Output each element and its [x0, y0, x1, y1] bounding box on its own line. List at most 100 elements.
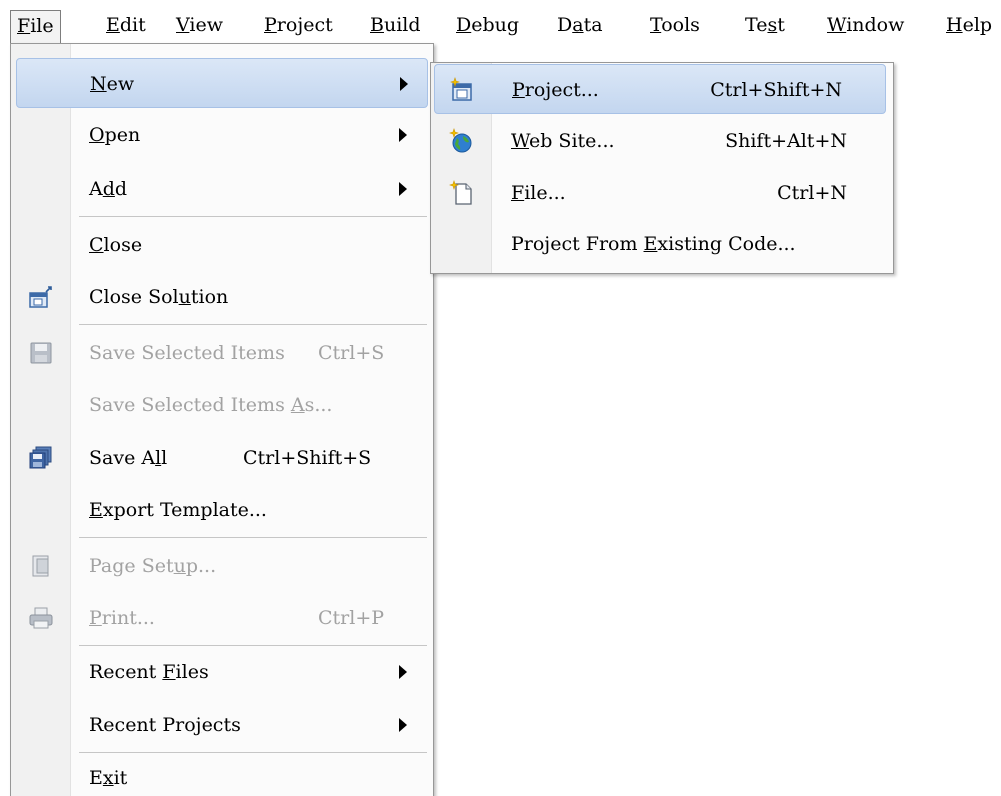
menu-mnemonic: C: [89, 234, 104, 256]
menu-separator: [79, 216, 427, 217]
menu-item-label: Export Template...: [89, 485, 267, 535]
menu-label-part: Project From: [511, 233, 644, 255]
menu-item-label: Open: [89, 110, 140, 160]
menu-item-label: Print...: [89, 593, 155, 643]
menu-item-label: File...: [511, 168, 566, 218]
menu-separator: [79, 324, 427, 325]
file-menu-item-open[interactable]: Open: [11, 110, 433, 160]
file-menu-item-close[interactable]: Close: [11, 220, 433, 270]
menu-label-part: ile: [30, 15, 54, 37]
menu-label-part: elp: [962, 14, 993, 36]
menu-mnemonic: F: [511, 182, 525, 204]
menu-mnemonic: P: [89, 607, 102, 629]
menu-label-part: lose: [103, 234, 143, 256]
file-menu-item-recent-files[interactable]: Recent Files: [11, 647, 433, 697]
print-icon: [29, 607, 53, 629]
menu-mnemonic: P: [264, 14, 277, 36]
menu-bar: File Edit View Project Build Debug Data …: [0, 0, 1001, 48]
file-menu-item-print[interactable]: Print... Ctrl+P: [11, 593, 433, 643]
menu-label-part: Page Set: [89, 555, 174, 577]
menu-mnemonic: V: [176, 14, 190, 36]
menu-file[interactable]: File: [10, 10, 61, 44]
menu-mnemonic: P: [512, 79, 525, 101]
save-icon: [30, 342, 52, 364]
file-menu-item-save-selected-as[interactable]: Save Selected Items As...: [11, 380, 433, 430]
menu-label-part: ile...: [524, 182, 566, 204]
menu-label-part: xisting Code...: [657, 233, 796, 255]
menu-label-part: ebug: [471, 14, 520, 36]
new-submenu: Project... Ctrl+Shift+N Web Site... Shif…: [430, 62, 894, 274]
menu-label-part: indow: [846, 14, 905, 36]
menu-mnemonic: T: [650, 14, 662, 36]
menu-mnemonic: F: [17, 15, 31, 37]
menu-project[interactable]: Project: [258, 10, 339, 40]
menu-mnemonic: E: [106, 14, 120, 36]
menu-label-part: Recent Pro: [89, 714, 196, 736]
menu-item-label: Recent Files: [89, 647, 209, 697]
menu-build[interactable]: Build: [364, 10, 427, 40]
menu-label-part: Close Sol: [89, 286, 179, 308]
new-submenu-item-file[interactable]: File... Ctrl+N: [431, 168, 893, 218]
menu-label-part: Recent: [89, 661, 163, 683]
submenu-arrow-icon: [399, 665, 407, 679]
menu-label-part: iew: [189, 14, 223, 36]
menu-label-part: p...: [185, 555, 217, 577]
file-menu-item-new[interactable]: New: [16, 58, 428, 108]
menu-label-part: Save A: [89, 447, 156, 469]
menu-data[interactable]: Data: [551, 10, 609, 40]
menu-label-part: l: [161, 447, 168, 469]
menu-mnemonic: F: [162, 661, 176, 683]
file-menu-item-add[interactable]: Add: [11, 164, 433, 214]
new-submenu-item-project-from-existing-code[interactable]: Project From Existing Code...: [431, 219, 893, 269]
file-menu-item-close-solution[interactable]: Close Solution: [11, 272, 433, 322]
new-submenu-item-web-site[interactable]: Web Site... Shift+Alt+N: [431, 116, 893, 166]
menu-item-shortcut: Ctrl+P: [318, 607, 385, 629]
file-menu-item-exit[interactable]: Exit: [11, 753, 433, 796]
menu-mnemonic: H: [946, 14, 963, 36]
new-web-site-icon: [449, 128, 472, 153]
menu-label-part: tion: [190, 286, 229, 308]
menu-label-part: Save Selected Items: [89, 394, 291, 416]
menu-item-label: Save Selected Items As...: [89, 380, 332, 430]
menu-item-label: Web Site...: [511, 116, 615, 166]
menu-window[interactable]: Window: [821, 10, 910, 40]
menu-mnemonic: E: [643, 233, 658, 255]
menu-help[interactable]: Help: [940, 10, 998, 40]
screen: File Edit View Project Build Debug Data …: [0, 0, 1001, 796]
file-menu-item-export-template[interactable]: Export Template...: [11, 485, 433, 535]
menu-item-label: Recent Projects: [89, 700, 241, 750]
menu-item-label: Save Selected Items: [89, 328, 285, 378]
menu-item-label: Project...: [512, 65, 599, 115]
file-menu-item-save-selected[interactable]: Save Selected Items Ctrl+S: [11, 328, 433, 378]
menu-label-part: dit: [119, 14, 146, 36]
menu-label-part: Te: [745, 14, 768, 36]
menu-mnemonic: d: [102, 178, 115, 200]
menu-test[interactable]: Test: [739, 10, 791, 40]
new-submenu-item-project[interactable]: Project... Ctrl+Shift+N: [434, 64, 886, 114]
menu-label-part: D: [557, 14, 573, 36]
file-menu-item-page-setup[interactable]: Page Setup...: [11, 541, 433, 591]
file-menu-item-recent-projects[interactable]: Recent Projects: [11, 700, 433, 750]
menu-item-label: Close: [89, 220, 142, 270]
menu-label-part: roject: [276, 14, 333, 36]
menu-view[interactable]: View: [170, 10, 229, 40]
menu-label-part: ools: [661, 14, 700, 36]
menu-item-shortcut: Ctrl+Shift+S: [243, 447, 372, 469]
menu-mnemonic: W: [827, 14, 847, 36]
menu-label-part: it: [113, 767, 128, 789]
menu-item-label: Project From Existing Code...: [511, 219, 796, 269]
menu-label-part: eb Site...: [528, 130, 615, 152]
menu-mnemonic: N: [90, 73, 107, 95]
menu-label-part: E: [89, 767, 103, 789]
menu-mnemonic: D: [456, 14, 472, 36]
menu-debug[interactable]: Debug: [450, 10, 525, 40]
file-menu-item-save-all[interactable]: Save All Ctrl+Shift+S: [11, 433, 433, 483]
menu-separator: [79, 645, 427, 646]
menu-label-part: xport Template...: [102, 499, 267, 521]
menu-item-label: Save All: [89, 433, 167, 483]
menu-tools[interactable]: Tools: [644, 10, 706, 40]
menu-item-label: New: [90, 59, 134, 109]
menu-label-part: roject...: [524, 79, 599, 101]
menu-label-part: t: [777, 14, 785, 36]
menu-edit[interactable]: Edit: [100, 10, 152, 40]
